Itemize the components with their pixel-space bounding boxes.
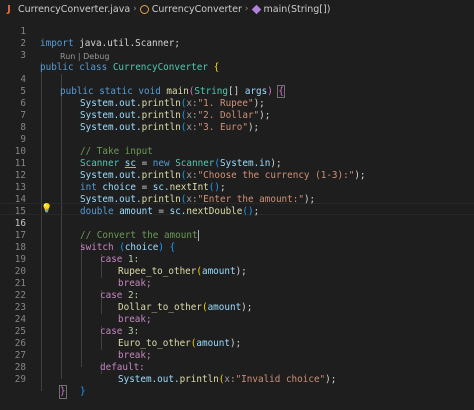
code-line: 10 Scanner sc = new Scanner(System.in); xyxy=(0,134,474,169)
code-line: 12 int choice = sc.nextInt(); xyxy=(0,158,474,193)
code-line: 13 System.out.println(x:"Enter the amoun… xyxy=(0,170,474,205)
code-line: 8 xyxy=(0,110,474,133)
code-line: 24 case 3: xyxy=(0,302,474,337)
code-line: 27 default: xyxy=(0,338,474,373)
code-line: 14 double amount = sc.nextDouble(); xyxy=(0,182,474,217)
code-line: 29 } xyxy=(0,362,474,397)
code-line: 16 // Convert the amount xyxy=(0,206,474,241)
code-line: 21 case 2: xyxy=(0,266,474,301)
code-line: 28 System.out.println(x:"Invalid choice"… xyxy=(0,350,474,385)
code-line: 26 break; xyxy=(0,326,474,361)
line-number: 3 xyxy=(20,50,26,61)
code-line: 7 System.out.println(x:"3. Euro"); xyxy=(0,98,474,133)
code-line: 22 Dollar_to_other(amount); xyxy=(0,278,474,313)
code-line: } xyxy=(0,374,474,399)
codelens-separator: | xyxy=(77,52,81,61)
code-line: 11 System.out.println(x:"Choose the curr… xyxy=(0,146,474,181)
run-codelens[interactable]: Run xyxy=(60,52,75,61)
code-line: 1 import java.util.Scanner; xyxy=(0,14,474,49)
code-line: 17 switch (choice) { xyxy=(0,218,474,253)
code-line: 19 Rupee_to_other(amount); xyxy=(0,242,474,277)
debug-codelens[interactable]: Debug xyxy=(83,52,109,61)
code-line: 15 xyxy=(0,194,474,217)
brace: } xyxy=(59,385,67,399)
code-editor[interactable]: 💡 1 import java.util.Scanner; 2 3 public… xyxy=(0,12,474,399)
code-line: 5 System.out.println(x:"1. Rupee"); xyxy=(0,74,474,109)
code-line: 18 case 1: xyxy=(0,230,474,265)
brace: } xyxy=(80,386,86,397)
code-line: 25 Euro_to_other(amount); xyxy=(0,314,474,349)
code-line: 20 break; xyxy=(0,254,474,289)
code-line: 4 public static void main(String[] args)… xyxy=(0,62,474,98)
code-line: 3 public class CurrencyConverter { xyxy=(0,38,474,73)
codelens: Run | Debug xyxy=(60,51,109,62)
code-line: 9 // Take input xyxy=(0,122,474,157)
code-line: 6 System.out.println(x:"2. Dollar"); xyxy=(0,86,474,121)
code-line: 23 break; xyxy=(0,290,474,325)
code-line: 2 xyxy=(0,26,474,49)
